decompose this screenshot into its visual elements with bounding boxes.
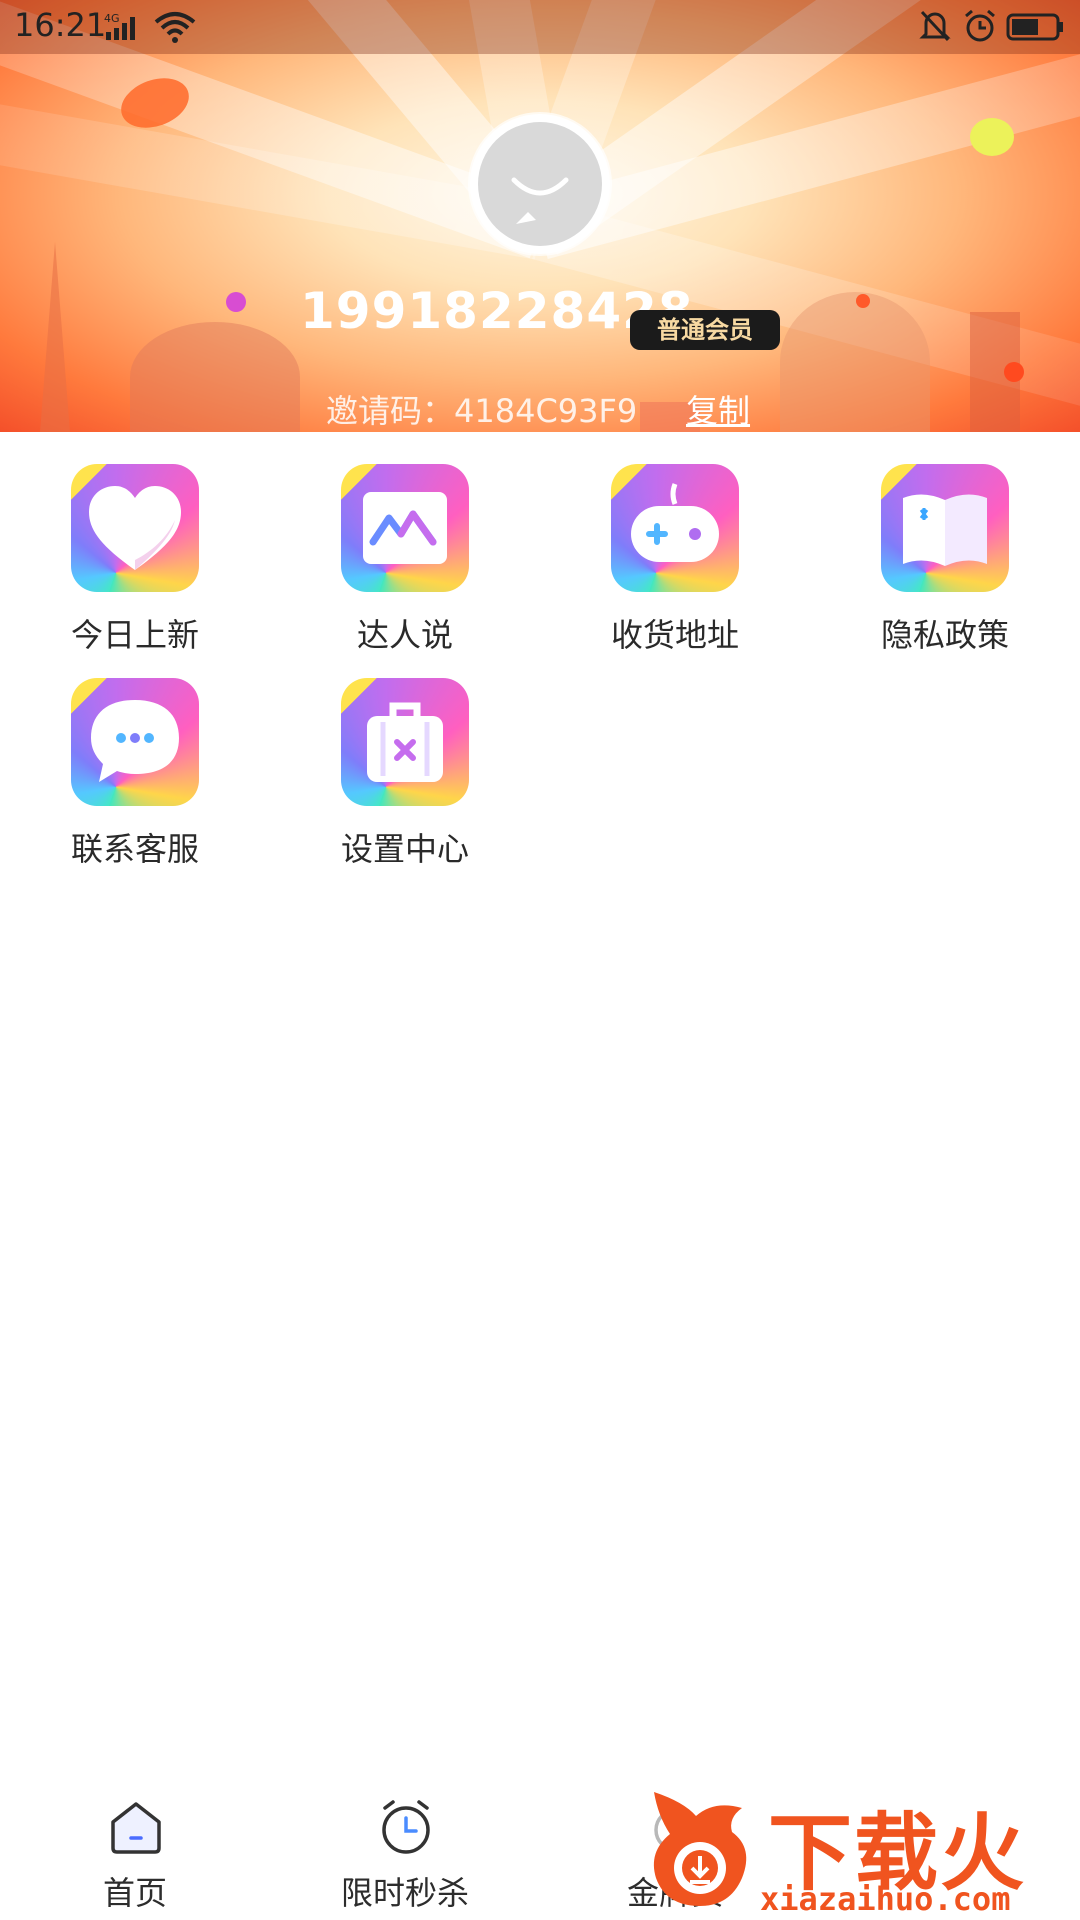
menu-item-privacy-policy[interactable]: 隐私政策	[845, 432, 1045, 654]
status-bar: 16:21 4G	[0, 0, 1080, 54]
avatar-placeholder-icon	[478, 122, 602, 246]
menu-item-customer-service[interactable]: 联系客服	[35, 646, 235, 868]
avatar[interactable]	[470, 114, 610, 254]
heart-icon	[71, 464, 199, 592]
wifi-icon	[154, 12, 196, 43]
decor-ball	[970, 118, 1014, 156]
decor-dome	[130, 322, 300, 432]
nav-tab-label: 首页	[102, 1874, 167, 1912]
battery-icon	[1006, 13, 1063, 41]
profile-header: 16:21 4G 19918228428 普通会员 邀请码：4184C93F9 …	[0, 0, 1080, 432]
menu-item-expert-talk[interactable]: 达人说	[305, 432, 505, 654]
page: 16:21 4G 19918228428 普通会员 邀请码：4184C93F9 …	[0, 0, 1080, 1920]
bell-muted-icon	[919, 10, 951, 42]
menu-item-label: 收货地址	[610, 616, 739, 654]
watermark-url: xiazaihuo.com	[760, 1880, 1011, 1918]
nav-tab-label: 限时秒杀	[340, 1874, 469, 1912]
decor-dome	[780, 292, 930, 432]
member-level-badge: 普通会员	[630, 310, 780, 350]
decor-ball	[226, 292, 246, 312]
watermark-logo: 下载火 xiazaihuo.com	[640, 1778, 1080, 1920]
copy-invite-code-link[interactable]: 复制	[686, 386, 750, 432]
menu-item-label: 设置中心	[340, 830, 469, 868]
network-type: 4G	[104, 12, 120, 25]
invite-code-row: 邀请码：4184C93F9	[326, 386, 637, 432]
invite-code-value: 4184C93F9	[454, 392, 638, 430]
nav-tab-home[interactable]: 首页	[35, 1780, 235, 1920]
decor-ball	[856, 294, 870, 308]
decor-ball	[1004, 362, 1024, 382]
gamepad-icon	[611, 464, 739, 592]
photo-icon	[341, 464, 469, 592]
menu-item-settings[interactable]: 设置中心	[305, 646, 505, 868]
decor-tower	[40, 242, 70, 432]
invite-code-label: 邀请码：	[326, 392, 455, 430]
alarm-clock-icon	[382, 1800, 430, 1854]
menu-item-label: 隐私政策	[880, 616, 1009, 654]
menu-item-shipping-address[interactable]: 收货地址	[575, 432, 775, 654]
status-time: 16:21	[14, 6, 107, 44]
chat-bubble-icon	[71, 678, 199, 806]
home-icon	[111, 1802, 161, 1854]
alarm-status-icon	[965, 9, 995, 42]
nav-tab-flash-sale[interactable]: 限时秒杀	[305, 1780, 505, 1920]
suitcase-icon	[341, 678, 469, 806]
book-icon	[881, 464, 1009, 592]
flame-logo-icon	[653, 1792, 747, 1906]
menu-item-label: 联系客服	[70, 830, 199, 868]
menu-item-new-today[interactable]: 今日上新	[35, 432, 235, 654]
